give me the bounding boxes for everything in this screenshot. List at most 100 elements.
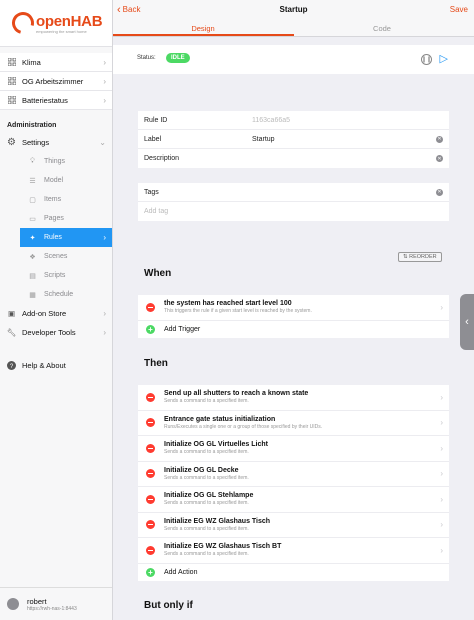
panel-toggle-handle[interactable]: ‹ bbox=[460, 294, 474, 350]
tags-label: Tags bbox=[144, 188, 159, 196]
list-item[interactable]: Initialize EG WZ Glashaus Tisch BT Sends… bbox=[138, 538, 449, 564]
chevron-right-icon: › bbox=[103, 76, 106, 86]
sidebar-item-label: Klima bbox=[22, 57, 41, 67]
chevron-right-icon: › bbox=[440, 418, 443, 428]
add-action-label: Add Action bbox=[164, 568, 198, 576]
list-item[interactable]: the system has reached start level 100 T… bbox=[138, 295, 449, 321]
list-item[interactable]: Initialize OG GL Stehlampe Sends a comma… bbox=[138, 487, 449, 513]
sidebar-item-help[interactable]: ? Help & About bbox=[0, 356, 112, 375]
sidebar-item-batteriestatus[interactable]: Batteriestatus › bbox=[0, 91, 112, 110]
chevron-left-icon: ‹ bbox=[465, 316, 469, 328]
save-button[interactable]: Save bbox=[450, 5, 468, 14]
sidebar-item-developer-tools[interactable]: 🔧︎ Developer Tools › bbox=[0, 323, 112, 342]
remove-icon[interactable] bbox=[146, 302, 155, 312]
action-title: Send up all shutters to reach a known st… bbox=[164, 390, 309, 398]
remove-icon[interactable] bbox=[146, 418, 155, 428]
shopping-bag-icon: ▣ bbox=[7, 309, 16, 318]
remove-icon[interactable] bbox=[146, 494, 155, 504]
list-item[interactable]: Entrance gate status initialization Runs… bbox=[138, 411, 449, 436]
logo[interactable]: openHAB empowering the smart home bbox=[0, 0, 112, 47]
action-description: Sends a command to a specified item. bbox=[164, 500, 249, 507]
user-profile[interactable]: robert https://rwh-nas-1:8443 bbox=[0, 587, 112, 620]
brand-tagline: empowering the smart home bbox=[36, 28, 87, 34]
label-field[interactable]: Startup bbox=[252, 136, 275, 143]
add-icon: + bbox=[146, 324, 155, 334]
add-tag-input[interactable]: Add tag bbox=[144, 208, 168, 215]
sidebar-item-klima[interactable]: Klima › bbox=[0, 53, 112, 72]
sidebar-item-schedule[interactable]: ▦ Schedule bbox=[0, 285, 112, 304]
document-icon: ▤ bbox=[29, 272, 36, 280]
chevron-right-icon: › bbox=[440, 302, 443, 312]
main-content: ‹ Back Startup Save Design Code Status: … bbox=[113, 0, 474, 620]
tv-icon: ▭ bbox=[29, 215, 36, 223]
magic-wand-icon: ✦ bbox=[29, 234, 36, 242]
but-only-if-section-title: But only if bbox=[144, 600, 193, 611]
active-tab-indicator bbox=[113, 34, 294, 36]
remove-icon[interactable] bbox=[146, 443, 155, 453]
reorder-button[interactable]: ⇅ REORDER bbox=[398, 252, 442, 262]
tab-code[interactable]: Code bbox=[337, 24, 427, 33]
action-title: Initialize EG WZ Glashaus Tisch BT bbox=[164, 543, 282, 551]
square-icon: ▢ bbox=[29, 196, 36, 204]
sidebar-item-label: Schedule bbox=[44, 291, 74, 298]
sidebar-item-label: Settings bbox=[22, 138, 50, 147]
sidebar-item-items[interactable]: ▢ Items bbox=[0, 190, 112, 209]
sidebar: openHAB empowering the smart home Klima … bbox=[0, 0, 113, 620]
sidebar-item-things[interactable]: 💡︎ Things bbox=[0, 152, 112, 171]
sidebar-item-addon-store[interactable]: ▣ Add-on Store › bbox=[0, 304, 112, 323]
clear-icon[interactable]: ✕ bbox=[436, 188, 443, 196]
rule-id-label: Rule ID bbox=[144, 116, 168, 124]
chevron-right-icon: › bbox=[103, 95, 106, 105]
sidebar-item-pages[interactable]: ▭ Pages bbox=[0, 209, 112, 228]
chevron-right-icon: › bbox=[440, 520, 443, 530]
remove-icon[interactable] bbox=[146, 545, 155, 555]
action-title: Initialize OG GL Virtuelles Licht bbox=[164, 441, 268, 449]
when-section-title: When bbox=[144, 268, 172, 279]
add-action-button[interactable]: + Add Action bbox=[138, 564, 449, 581]
openhab-logo-icon bbox=[7, 7, 39, 39]
then-card: Send up all shutters to reach a known st… bbox=[138, 385, 449, 581]
label-row[interactable]: Label Startup ✕ bbox=[138, 130, 449, 149]
grid-icon bbox=[7, 58, 16, 67]
action-description: Sends a command to a specified item. bbox=[164, 474, 249, 481]
grid-icon bbox=[7, 77, 16, 86]
add-trigger-button[interactable]: + Add Trigger bbox=[138, 321, 449, 338]
sidebar-item-scenes[interactable]: ❖ Scenes bbox=[0, 247, 112, 266]
remove-icon[interactable] bbox=[146, 392, 155, 402]
top-navbar: ‹ Back Startup Save Design Code bbox=[113, 0, 474, 37]
list-item[interactable]: Initialize EG WZ Glashaus Tisch Sends a … bbox=[138, 513, 449, 538]
clear-icon[interactable]: ✕ bbox=[436, 135, 443, 143]
user-name: robert bbox=[27, 596, 47, 606]
add-icon: + bbox=[146, 567, 155, 577]
action-description: Sends a command to a specified item. bbox=[164, 449, 249, 456]
pause-icon[interactable]: ❙❙ bbox=[421, 54, 432, 65]
sidebar-item-scripts[interactable]: ▤ Scripts bbox=[0, 266, 112, 285]
tags-card: Tags ✕ Add tag bbox=[138, 183, 449, 221]
chevron-right-icon: › bbox=[103, 309, 106, 318]
sidebar-item-label: Items bbox=[44, 196, 62, 203]
chevron-right-icon: › bbox=[440, 392, 443, 402]
sidebar-item-settings[interactable]: ⚙ Settings ⌄ bbox=[0, 133, 112, 152]
sidebar-item-og-arbeitszimmer[interactable]: OG Arbeitszimmer › bbox=[0, 72, 112, 91]
description-row[interactable]: Description ✕ bbox=[138, 149, 449, 168]
grid-icon bbox=[7, 96, 16, 105]
trigger-description: This triggers the rule if a given start … bbox=[164, 308, 312, 315]
trigger-title: the system has reached start level 100 bbox=[164, 300, 292, 308]
list-item[interactable]: Initialize OG GL Virtuelles Licht Sends … bbox=[138, 436, 449, 462]
remove-icon[interactable] bbox=[146, 469, 155, 479]
rule-id-row: Rule ID 1163ca66a5 bbox=[138, 111, 449, 130]
sidebar-item-rules[interactable]: ✦ Rules › bbox=[20, 228, 112, 247]
clear-icon[interactable]: ✕ bbox=[436, 155, 443, 162]
chevron-right-icon: › bbox=[440, 443, 443, 453]
tags-row[interactable]: Tags ✕ bbox=[138, 183, 449, 202]
tab-design[interactable]: Design bbox=[158, 24, 248, 33]
add-tag-row[interactable]: Add tag bbox=[138, 202, 449, 221]
chevron-right-icon: › bbox=[103, 328, 106, 337]
action-description: Sends a command to a specified item. bbox=[164, 525, 249, 532]
list-item[interactable]: Send up all shutters to reach a known st… bbox=[138, 385, 449, 411]
play-icon[interactable]: ▷ bbox=[440, 52, 448, 65]
list-item[interactable]: Initialize OG GL Decke Sends a command t… bbox=[138, 462, 449, 487]
sidebar-item-model[interactable]: ☰ Model bbox=[0, 171, 112, 190]
admin-section-title: Administration bbox=[7, 122, 57, 129]
remove-icon[interactable] bbox=[146, 520, 155, 530]
